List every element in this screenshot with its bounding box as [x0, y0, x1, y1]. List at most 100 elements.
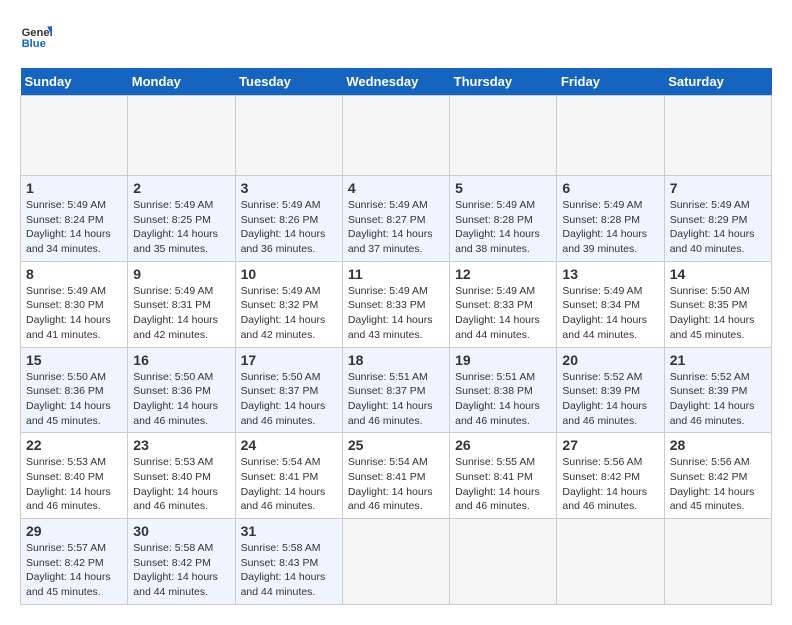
calendar-cell [557, 519, 664, 605]
calendar-cell: 22 Sunrise: 5:53 AM Sunset: 8:40 PM Dayl… [21, 433, 128, 519]
day-info: Sunrise: 5:53 AM Sunset: 8:40 PM Dayligh… [26, 455, 122, 514]
calendar-cell: 8 Sunrise: 5:49 AM Sunset: 8:30 PM Dayli… [21, 261, 128, 347]
calendar-cell [450, 96, 557, 176]
calendar-week-6: 29 Sunrise: 5:57 AM Sunset: 8:42 PM Dayl… [21, 519, 772, 605]
calendar-week-3: 8 Sunrise: 5:49 AM Sunset: 8:30 PM Dayli… [21, 261, 772, 347]
day-info: Sunrise: 5:49 AM Sunset: 8:34 PM Dayligh… [562, 284, 658, 343]
day-info: Sunrise: 5:50 AM Sunset: 8:35 PM Dayligh… [670, 284, 766, 343]
col-header-wednesday: Wednesday [342, 68, 449, 96]
calendar-cell: 1 Sunrise: 5:49 AM Sunset: 8:24 PM Dayli… [21, 176, 128, 262]
day-number: 26 [455, 437, 551, 453]
calendar-cell: 10 Sunrise: 5:49 AM Sunset: 8:32 PM Dayl… [235, 261, 342, 347]
day-number: 16 [133, 352, 229, 368]
svg-text:General: General [22, 27, 52, 39]
logo-icon: General Blue [20, 20, 52, 52]
calendar-cell: 27 Sunrise: 5:56 AM Sunset: 8:42 PM Dayl… [557, 433, 664, 519]
calendar-cell [664, 519, 771, 605]
day-info: Sunrise: 5:58 AM Sunset: 8:43 PM Dayligh… [241, 541, 337, 600]
day-info: Sunrise: 5:52 AM Sunset: 8:39 PM Dayligh… [562, 370, 658, 429]
day-number: 25 [348, 437, 444, 453]
day-number: 31 [241, 523, 337, 539]
day-info: Sunrise: 5:56 AM Sunset: 8:42 PM Dayligh… [670, 455, 766, 514]
day-number: 30 [133, 523, 229, 539]
calendar-cell: 4 Sunrise: 5:49 AM Sunset: 8:27 PM Dayli… [342, 176, 449, 262]
day-number: 10 [241, 266, 337, 282]
calendar-cell: 13 Sunrise: 5:49 AM Sunset: 8:34 PM Dayl… [557, 261, 664, 347]
calendar-cell [450, 519, 557, 605]
day-info: Sunrise: 5:50 AM Sunset: 8:36 PM Dayligh… [26, 370, 122, 429]
day-number: 6 [562, 180, 658, 196]
day-number: 18 [348, 352, 444, 368]
day-number: 5 [455, 180, 551, 196]
day-info: Sunrise: 5:56 AM Sunset: 8:42 PM Dayligh… [562, 455, 658, 514]
day-info: Sunrise: 5:49 AM Sunset: 8:24 PM Dayligh… [26, 198, 122, 257]
calendar-week-4: 15 Sunrise: 5:50 AM Sunset: 8:36 PM Dayl… [21, 347, 772, 433]
col-header-monday: Monday [128, 68, 235, 96]
calendar-cell [21, 96, 128, 176]
calendar-week-1 [21, 96, 772, 176]
day-number: 29 [26, 523, 122, 539]
day-number: 17 [241, 352, 337, 368]
calendar-cell: 28 Sunrise: 5:56 AM Sunset: 8:42 PM Dayl… [664, 433, 771, 519]
day-info: Sunrise: 5:49 AM Sunset: 8:26 PM Dayligh… [241, 198, 337, 257]
day-info: Sunrise: 5:58 AM Sunset: 8:42 PM Dayligh… [133, 541, 229, 600]
day-number: 22 [26, 437, 122, 453]
day-info: Sunrise: 5:51 AM Sunset: 8:37 PM Dayligh… [348, 370, 444, 429]
day-info: Sunrise: 5:49 AM Sunset: 8:28 PM Dayligh… [455, 198, 551, 257]
day-info: Sunrise: 5:54 AM Sunset: 8:41 PM Dayligh… [348, 455, 444, 514]
calendar-cell: 15 Sunrise: 5:50 AM Sunset: 8:36 PM Dayl… [21, 347, 128, 433]
col-header-thursday: Thursday [450, 68, 557, 96]
calendar-cell: 31 Sunrise: 5:58 AM Sunset: 8:43 PM Dayl… [235, 519, 342, 605]
calendar-cell: 12 Sunrise: 5:49 AM Sunset: 8:33 PM Dayl… [450, 261, 557, 347]
day-info: Sunrise: 5:49 AM Sunset: 8:33 PM Dayligh… [455, 284, 551, 343]
day-info: Sunrise: 5:49 AM Sunset: 8:29 PM Dayligh… [670, 198, 766, 257]
day-info: Sunrise: 5:52 AM Sunset: 8:39 PM Dayligh… [670, 370, 766, 429]
calendar-cell [235, 96, 342, 176]
day-info: Sunrise: 5:49 AM Sunset: 8:31 PM Dayligh… [133, 284, 229, 343]
calendar-cell: 17 Sunrise: 5:50 AM Sunset: 8:37 PM Dayl… [235, 347, 342, 433]
calendar-cell: 11 Sunrise: 5:49 AM Sunset: 8:33 PM Dayl… [342, 261, 449, 347]
calendar-cell [664, 96, 771, 176]
calendar-cell: 24 Sunrise: 5:54 AM Sunset: 8:41 PM Dayl… [235, 433, 342, 519]
day-info: Sunrise: 5:49 AM Sunset: 8:33 PM Dayligh… [348, 284, 444, 343]
calendar-cell: 20 Sunrise: 5:52 AM Sunset: 8:39 PM Dayl… [557, 347, 664, 433]
calendar-table: SundayMondayTuesdayWednesdayThursdayFrid… [20, 68, 772, 605]
col-header-tuesday: Tuesday [235, 68, 342, 96]
calendar-cell: 30 Sunrise: 5:58 AM Sunset: 8:42 PM Dayl… [128, 519, 235, 605]
calendar-cell: 9 Sunrise: 5:49 AM Sunset: 8:31 PM Dayli… [128, 261, 235, 347]
calendar-cell [128, 96, 235, 176]
calendar-cell: 18 Sunrise: 5:51 AM Sunset: 8:37 PM Dayl… [342, 347, 449, 433]
calendar-cell [342, 519, 449, 605]
day-info: Sunrise: 5:49 AM Sunset: 8:25 PM Dayligh… [133, 198, 229, 257]
calendar-cell: 19 Sunrise: 5:51 AM Sunset: 8:38 PM Dayl… [450, 347, 557, 433]
day-info: Sunrise: 5:53 AM Sunset: 8:40 PM Dayligh… [133, 455, 229, 514]
day-number: 20 [562, 352, 658, 368]
calendar-cell: 5 Sunrise: 5:49 AM Sunset: 8:28 PM Dayli… [450, 176, 557, 262]
calendar-week-5: 22 Sunrise: 5:53 AM Sunset: 8:40 PM Dayl… [21, 433, 772, 519]
calendar-cell: 16 Sunrise: 5:50 AM Sunset: 8:36 PM Dayl… [128, 347, 235, 433]
calendar-cell: 3 Sunrise: 5:49 AM Sunset: 8:26 PM Dayli… [235, 176, 342, 262]
col-header-saturday: Saturday [664, 68, 771, 96]
day-number: 13 [562, 266, 658, 282]
day-info: Sunrise: 5:50 AM Sunset: 8:37 PM Dayligh… [241, 370, 337, 429]
calendar-cell: 23 Sunrise: 5:53 AM Sunset: 8:40 PM Dayl… [128, 433, 235, 519]
logo: General Blue [20, 20, 56, 52]
svg-text:Blue: Blue [22, 38, 46, 50]
day-number: 23 [133, 437, 229, 453]
calendar-week-2: 1 Sunrise: 5:49 AM Sunset: 8:24 PM Dayli… [21, 176, 772, 262]
day-info: Sunrise: 5:51 AM Sunset: 8:38 PM Dayligh… [455, 370, 551, 429]
day-number: 8 [26, 266, 122, 282]
day-number: 15 [26, 352, 122, 368]
day-number: 19 [455, 352, 551, 368]
col-header-friday: Friday [557, 68, 664, 96]
col-header-sunday: Sunday [21, 68, 128, 96]
day-info: Sunrise: 5:50 AM Sunset: 8:36 PM Dayligh… [133, 370, 229, 429]
day-number: 14 [670, 266, 766, 282]
day-info: Sunrise: 5:54 AM Sunset: 8:41 PM Dayligh… [241, 455, 337, 514]
day-number: 3 [241, 180, 337, 196]
calendar-cell: 7 Sunrise: 5:49 AM Sunset: 8:29 PM Dayli… [664, 176, 771, 262]
calendar-cell: 21 Sunrise: 5:52 AM Sunset: 8:39 PM Dayl… [664, 347, 771, 433]
day-number: 1 [26, 180, 122, 196]
day-number: 11 [348, 266, 444, 282]
day-number: 2 [133, 180, 229, 196]
